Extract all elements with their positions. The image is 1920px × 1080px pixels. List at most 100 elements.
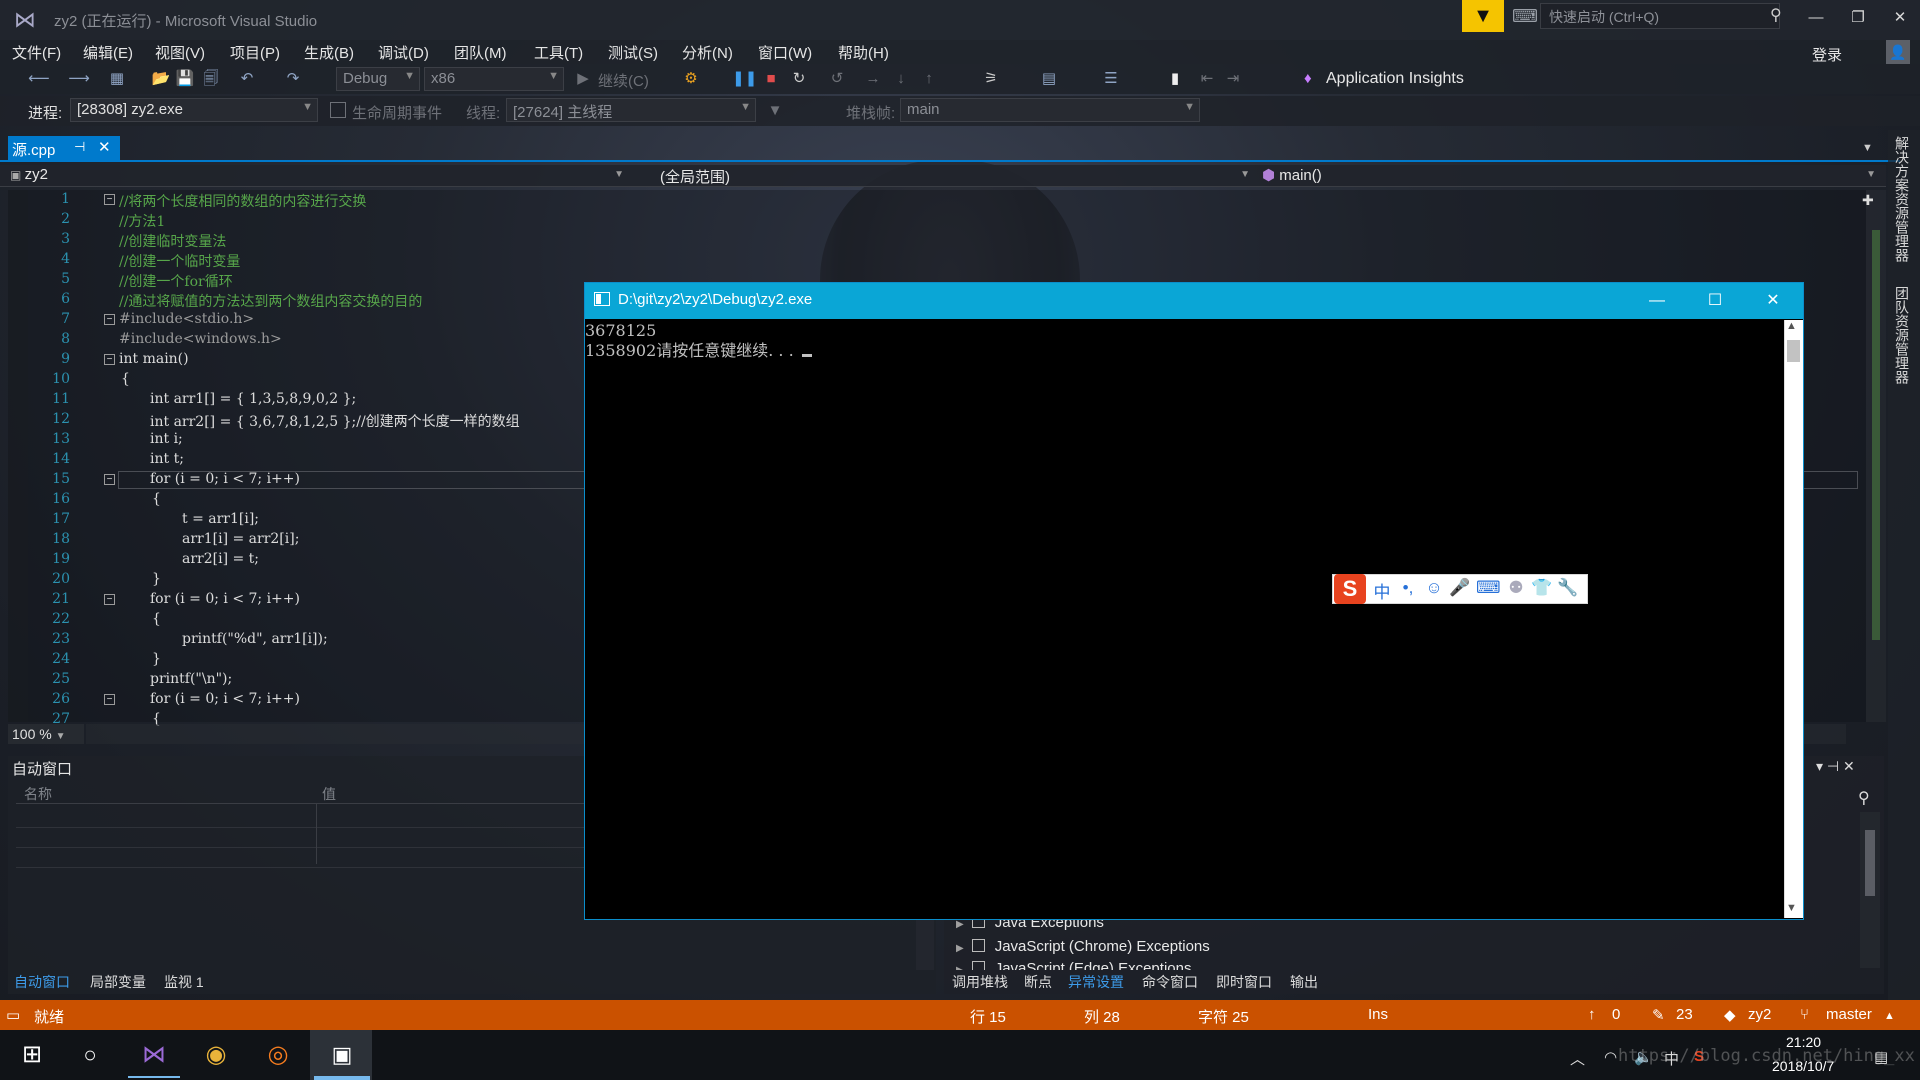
menu-project[interactable]: 项目(P) (230, 42, 280, 63)
chinese-mode-icon[interactable]: 中 (1370, 578, 1394, 603)
punctuation-icon[interactable]: •, (1396, 578, 1420, 598)
code-line[interactable]: //创建一个for循环 (119, 271, 233, 291)
branch-icon[interactable]: ⑂ (1800, 1006, 1809, 1023)
platform-select[interactable]: x86 ▼ (424, 67, 564, 91)
code-line[interactable]: #include<windows.h> (119, 331, 282, 347)
menu-view[interactable]: 视图(V) (155, 42, 205, 63)
new-project-icon[interactable]: ▦ (106, 68, 128, 90)
code-line[interactable]: #include<stdio.h> (119, 311, 254, 327)
tab-command-window[interactable]: 命令窗口 (1142, 972, 1198, 992)
stop-debugging-icon[interactable]: ■ (760, 68, 782, 90)
search-icon[interactable]: ⚲ (1770, 5, 1782, 25)
menu-debug[interactable]: 调试(D) (378, 42, 429, 63)
tab-team-explorer[interactable]: 团队资源管理器 (1892, 286, 1912, 384)
code-line[interactable]: int arr2[] = { 3,6,7,8,1,2,5 };//创建两个长度一… (150, 411, 520, 431)
scrollbar-thumb[interactable] (1865, 830, 1875, 896)
visual-studio-taskbar-icon[interactable]: ⋈ (126, 1030, 182, 1080)
process-select[interactable]: [28308] zy2.exe ▼ (70, 98, 318, 122)
unpushed-count[interactable]: 0 (1612, 1006, 1620, 1023)
exception-row[interactable]: ▶ JavaScript (Edge) Exceptions (956, 960, 1191, 970)
open-file-icon[interactable]: 📂 (150, 68, 172, 90)
step-into-icon[interactable]: → (862, 68, 884, 90)
code-line[interactable]: for (i = 0; i < 7; i++) (150, 691, 300, 707)
console-maximize-button[interactable]: ☐ (1686, 283, 1744, 319)
menu-tools[interactable]: 工具(T) (534, 42, 583, 63)
menu-file[interactable]: 文件(F) (12, 42, 61, 63)
collapse-region-icon[interactable]: − (104, 694, 115, 705)
restore-button[interactable]: ❐ (1838, 4, 1878, 32)
pencil-icon[interactable]: ✎ (1652, 1006, 1665, 1024)
application-insights-button[interactable]: Application Insights (1326, 70, 1464, 88)
sogou-logo-icon[interactable]: S (1334, 574, 1366, 604)
column-divider[interactable] (316, 804, 317, 864)
scrollbar-thumb[interactable] (1872, 230, 1880, 640)
code-line[interactable]: arr1[i] = arr2[i]; (182, 531, 299, 547)
code-line[interactable]: { (152, 611, 161, 627)
redo-icon[interactable]: ↷ (282, 68, 304, 90)
console-close-button[interactable]: ✕ (1744, 283, 1802, 319)
exception-row[interactable]: ▶ JavaScript (Chrome) Exceptions (956, 938, 1210, 955)
chevron-up-icon[interactable]: ︿ (1570, 1048, 1585, 1069)
repo-name[interactable]: zy2 (1748, 1006, 1771, 1023)
clock-date[interactable]: 2018/10/7 (1772, 1058, 1834, 1074)
continue-icon[interactable]: ▶ (572, 68, 594, 90)
hex-display-icon[interactable]: ⚞ (980, 68, 1002, 90)
menu-analyze[interactable]: 分析(N) (682, 42, 733, 63)
indent-icon[interactable]: ☰ (1100, 68, 1122, 90)
save-icon[interactable]: 💾 (174, 68, 196, 90)
clock-time[interactable]: 21:20 (1786, 1034, 1821, 1050)
pin-icon[interactable]: ⊣ (74, 139, 85, 155)
tab-source-cpp[interactable]: 源.cpp ⊣ ✕ (8, 136, 120, 162)
scope-dropdown[interactable]: (全局范围) ▼ (636, 166, 1256, 186)
wrench-icon[interactable]: 🔧 (1556, 578, 1580, 598)
collapse-region-icon[interactable]: − (104, 594, 115, 605)
code-line[interactable]: } (152, 651, 161, 667)
console-scrollbar[interactable] (1784, 320, 1803, 918)
panel-pin-close-icons[interactable]: ▾ ⊣ ✕ (1816, 758, 1855, 775)
menu-team[interactable]: 团队(M) (454, 42, 507, 63)
show-next-statement-icon[interactable]: ↺ (826, 68, 848, 90)
branch-name[interactable]: master (1826, 1006, 1872, 1023)
menu-help[interactable]: 帮助(H) (838, 42, 889, 63)
code-line[interactable]: int main() (119, 351, 189, 367)
tab-exception-settings[interactable]: 异常设置 (1068, 972, 1124, 992)
scrollbar-thumb[interactable] (1787, 340, 1800, 362)
tab-autos[interactable]: 自动窗口 (14, 972, 70, 992)
code-line[interactable]: { (121, 371, 130, 387)
code-line[interactable]: arr2[i] = t; (182, 551, 259, 567)
tab-locals[interactable]: 局部变量 (90, 972, 146, 992)
step-out-icon[interactable]: ↑ (918, 68, 940, 90)
column-header-name[interactable]: 名称 (24, 784, 52, 804)
project-dropdown[interactable]: ▣ zy2 ▼ (10, 166, 630, 186)
undo-icon[interactable]: ↶ (236, 68, 258, 90)
exception-checkbox[interactable] (971, 961, 985, 970)
minimize-button[interactable]: — (1796, 4, 1836, 32)
feedback-icon[interactable]: ⌨ (1512, 6, 1538, 27)
expand-icon[interactable]: ▶ (956, 965, 964, 970)
restart-icon[interactable]: ↻ (788, 68, 810, 90)
code-line[interactable]: { (152, 491, 161, 507)
collapse-region-icon[interactable]: − (104, 194, 115, 205)
close-tab-icon[interactable]: ✕ (98, 138, 111, 156)
split-view-icon[interactable]: ✚ (1862, 192, 1874, 209)
changes-count[interactable]: 23 (1676, 1006, 1693, 1023)
code-line[interactable]: printf("\n"); (150, 671, 232, 687)
user-icon[interactable]: 👤 (1886, 40, 1910, 64)
tab-overflow-icon[interactable]: ▼ (1862, 142, 1873, 154)
chrome-icon[interactable]: ◉ (188, 1030, 244, 1080)
menu-test[interactable]: 测试(S) (608, 42, 658, 63)
scroll-down-icon[interactable]: ▼ (1786, 902, 1797, 914)
code-line[interactable]: //创建一个临时变量 (119, 251, 240, 271)
notification-filter-icon[interactable]: ▼ (1462, 0, 1504, 32)
code-line[interactable]: printf("%d", arr1[i]); (182, 631, 328, 647)
login-link[interactable]: 登录 (1812, 44, 1842, 65)
solution-config-select[interactable]: Debug ▼ (336, 67, 420, 91)
save-all-icon[interactable]: 🗐 (200, 68, 222, 90)
windows-start-icon[interactable]: ⊞ (4, 1030, 60, 1080)
repo-icon[interactable]: ◆ (1724, 1006, 1736, 1024)
arrow-up-icon[interactable]: ↑ (1588, 1006, 1596, 1023)
notification-icon[interactable]: ▤ (1874, 1048, 1888, 1066)
next-bookmark-icon[interactable]: ⇥ (1222, 68, 1244, 90)
menu-build[interactable]: 生成(B) (304, 42, 354, 63)
stack-frame-select[interactable]: main ▼ (900, 98, 1200, 122)
